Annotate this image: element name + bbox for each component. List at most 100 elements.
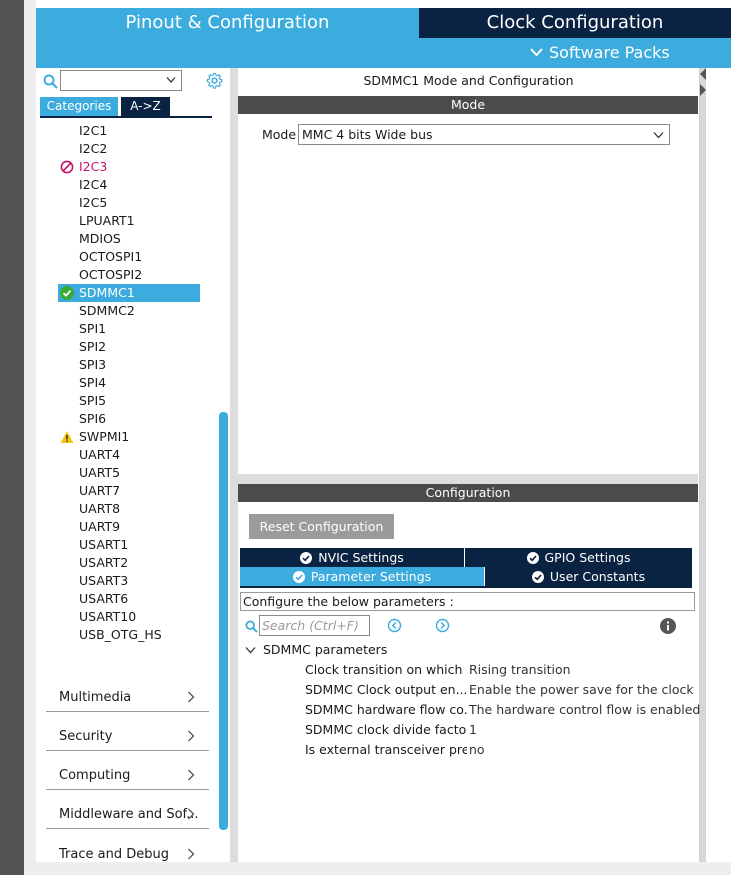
peripheral-item[interactable]: SWPMI1 <box>58 428 200 446</box>
peripheral-item[interactable]: USART10 <box>58 608 200 626</box>
side-splitter[interactable] <box>700 68 706 862</box>
peripheral-label: SDMMC1 <box>79 285 135 300</box>
parameter-name: SDMMC hardware flow co... <box>305 702 467 717</box>
info-icon[interactable] <box>660 618 676 634</box>
parameter-value[interactable]: The hardware control flow is enabled <box>469 700 700 720</box>
mode-label: Mode <box>262 127 297 142</box>
section-splitter[interactable] <box>238 474 698 484</box>
peripheral-item[interactable]: UART7 <box>58 482 200 500</box>
chevron-down-icon <box>653 132 664 139</box>
peripheral-item[interactable]: I2C1 <box>58 122 200 140</box>
category-label: Trace and Debug <box>59 847 169 862</box>
peripheral-label: MDIOS <box>79 231 121 246</box>
gear-icon[interactable] <box>206 72 223 89</box>
parameter-row[interactable]: Clock transition on which ... Rising tra… <box>305 660 695 680</box>
tab-label: Parameter Settings <box>310 569 432 584</box>
peripheral-label: I2C5 <box>79 195 108 210</box>
category-computing[interactable]: Computing <box>46 751 209 790</box>
peripheral-item[interactable]: SPI4 <box>58 374 200 392</box>
parameter-value[interactable]: Enable the power save for the clock <box>469 680 694 700</box>
peripheral-item[interactable]: USART6 <box>58 590 200 608</box>
peripheral-item[interactable]: LPUART1 <box>58 212 200 230</box>
parameter-group-header[interactable]: SDMMC parameters <box>245 642 387 657</box>
tab-a-to-z[interactable]: A->Z <box>121 97 170 116</box>
parameter-row[interactable]: Is external transceiver pre... no <box>305 740 695 760</box>
peripheral-label: USART1 <box>79 537 129 552</box>
peripheral-item[interactable]: UART9 <box>58 518 200 536</box>
peripheral-item[interactable]: SPI3 <box>58 356 200 374</box>
peripheral-item[interactable]: I2C5 <box>58 194 200 212</box>
collapse-arrows-icon[interactable] <box>699 68 707 98</box>
check-circle-icon <box>526 551 539 564</box>
mode-select[interactable]: MMC 4 bits Wide bus <box>298 124 670 145</box>
reset-configuration-button[interactable]: Reset Configuration <box>249 514 394 539</box>
peripheral-label: SPI1 <box>79 321 107 336</box>
peripheral-label: UART7 <box>79 483 121 498</box>
peripheral-item[interactable]: UART4 <box>58 446 200 464</box>
tab-clock-configuration[interactable]: Clock Configuration <box>419 8 731 38</box>
peripheral-label: SPI6 <box>79 411 107 426</box>
peripheral-item[interactable]: SPI2 <box>58 338 200 356</box>
peripheral-item[interactable]: USART1 <box>58 536 200 554</box>
peripheral-item[interactable]: I2C3 <box>58 158 200 176</box>
peripheral-item[interactable]: I2C2 <box>58 140 200 158</box>
search-combo[interactable] <box>60 70 182 91</box>
parameter-value[interactable]: no <box>469 740 485 760</box>
peripheral-label: USART6 <box>79 591 129 606</box>
check-circle-icon <box>300 551 313 564</box>
chevron-right-icon <box>188 769 195 781</box>
software-packs-menu[interactable]: Software Packs <box>530 43 670 62</box>
configure-instruction: Configure the below parameters : <box>240 592 695 611</box>
peripheral-label: SPI4 <box>79 375 107 390</box>
previous-result-icon[interactable] <box>387 618 402 633</box>
check-circle-icon <box>60 286 74 300</box>
tab-parameter-settings[interactable]: Parameter Settings <box>240 567 484 586</box>
peripheral-item[interactable]: OCTOSPI2 <box>58 266 200 284</box>
chevron-right-icon <box>188 848 195 860</box>
peripheral-list: I2C1 I2C2 I2C3 I2C4 I2C5 LPUART1 MDIOS OCTOSPI1… <box>58 122 200 644</box>
peripheral-item[interactable]: MDIOS <box>58 230 200 248</box>
software-packs-label: Software Packs <box>549 43 670 62</box>
tab-categories[interactable]: Categories <box>40 97 118 116</box>
mode-section-header: Mode <box>238 96 698 114</box>
scrollbar-thumb[interactable] <box>219 412 228 830</box>
chevron-right-icon <box>188 730 195 742</box>
parameter-value[interactable]: Rising transition <box>469 660 571 680</box>
peripheral-item[interactable]: USART3 <box>58 572 200 590</box>
peripheral-item[interactable]: SDMMC2 <box>58 302 200 320</box>
peripheral-item[interactable]: SPI1 <box>58 320 200 338</box>
peripheral-label: USART10 <box>79 609 137 624</box>
tab-label: User Constants <box>549 569 646 584</box>
parameter-name: SDMMC clock divide factor <box>305 722 467 737</box>
parameter-value[interactable]: 1 <box>469 720 477 740</box>
tabs-underline <box>240 586 692 588</box>
tab-nvic-settings[interactable]: NVIC Settings <box>240 548 464 567</box>
peripheral-item[interactable]: UART8 <box>58 500 200 518</box>
parameter-row[interactable]: SDMMC clock divide factor 1 <box>305 720 695 740</box>
peripheral-item[interactable]: SPI5 <box>58 392 200 410</box>
category-security[interactable]: Security <box>46 712 209 751</box>
parameter-row[interactable]: SDMMC hardware flow co... The hardware c… <box>305 700 700 720</box>
search-icon <box>43 74 58 89</box>
peripheral-item[interactable]: SDMMC1 <box>58 284 200 302</box>
parameter-search-input[interactable]: Search (Ctrl+F) <box>259 615 370 636</box>
tab-user-constants[interactable]: User Constants <box>485 567 692 586</box>
window-edge <box>0 0 24 875</box>
chevron-down-icon <box>166 77 176 83</box>
tab-pinout-configuration[interactable]: Pinout & Configuration <box>36 8 419 38</box>
peripheral-item[interactable]: USB_OTG_HS <box>58 626 200 644</box>
category-middleware[interactable]: Middleware and Sof... <box>46 790 209 829</box>
peripheral-item[interactable]: USART2 <box>58 554 200 572</box>
disabled-icon <box>60 160 74 174</box>
next-result-icon[interactable] <box>435 618 450 633</box>
peripheral-label: UART9 <box>79 519 121 534</box>
peripheral-item[interactable]: SPI6 <box>58 410 200 428</box>
peripheral-item[interactable]: UART5 <box>58 464 200 482</box>
parameter-row[interactable]: SDMMC Clock output en... Enable the powe… <box>305 680 695 700</box>
mode-select-value: MMC 4 bits Wide bus <box>302 127 433 142</box>
tab-gpio-settings[interactable]: GPIO Settings <box>465 548 692 567</box>
peripheral-item[interactable]: OCTOSPI1 <box>58 248 200 266</box>
category-multimedia[interactable]: Multimedia <box>46 673 209 712</box>
panel-splitter[interactable] <box>230 68 238 862</box>
peripheral-item[interactable]: I2C4 <box>58 176 200 194</box>
